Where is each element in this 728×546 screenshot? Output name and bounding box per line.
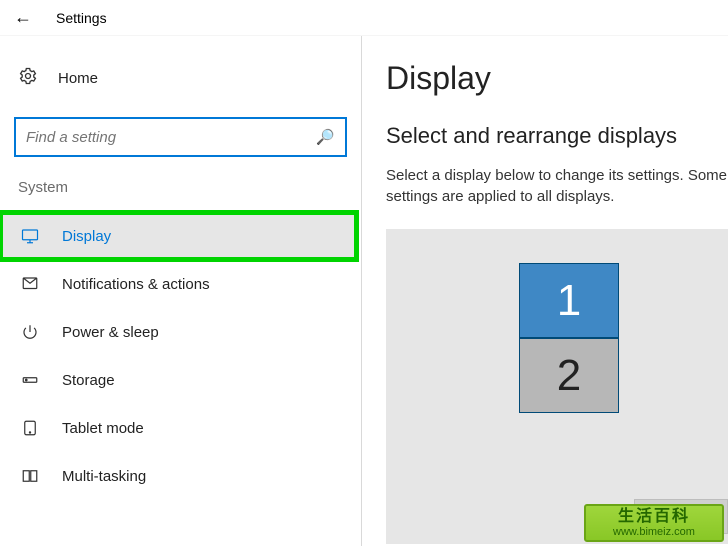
power-icon: [20, 322, 40, 342]
storage-icon: [20, 370, 40, 390]
main-content: Display Select and rearrange displays Se…: [362, 36, 728, 546]
search-container: 🔍: [14, 117, 347, 157]
search-box[interactable]: 🔍: [14, 117, 347, 157]
sidebar-home-label: Home: [58, 70, 98, 87]
search-input[interactable]: [26, 129, 304, 146]
sidebar-item-label: Notifications & actions: [62, 276, 210, 293]
sidebar-group-label: System: [0, 179, 361, 196]
sidebar-item-label: Tablet mode: [62, 420, 144, 437]
sidebar-item-label: Storage: [62, 372, 115, 389]
sidebar-item-label: Power & sleep: [62, 324, 159, 341]
page-title: Display: [386, 60, 728, 97]
sidebar: Home 🔍 System Display Notifications & ac…: [0, 36, 362, 546]
sidebar-item-label: Multi-tasking: [62, 468, 146, 485]
sidebar-item-notifications[interactable]: Notifications & actions: [0, 260, 361, 308]
monitor-tile-1[interactable]: 1: [519, 263, 619, 338]
sidebar-item-display[interactable]: Display: [0, 212, 357, 260]
multitasking-icon: [20, 466, 40, 486]
sidebar-item-tablet[interactable]: Tablet mode: [0, 404, 361, 452]
notifications-icon: [20, 274, 40, 294]
watermark-line2: www.bimeiz.com: [613, 526, 695, 538]
search-icon: 🔍: [316, 128, 335, 146]
monitor-tile-2[interactable]: 2: [519, 338, 619, 413]
back-button[interactable]: ←: [14, 7, 32, 28]
tablet-icon: [20, 418, 40, 438]
watermark-badge: 生活百科 www.bimeiz.com: [584, 504, 724, 542]
gear-icon: [18, 66, 38, 91]
section-heading-arrange: Select and rearrange displays: [386, 123, 728, 149]
sidebar-home[interactable]: Home: [0, 58, 361, 99]
sidebar-item-storage[interactable]: Storage: [0, 356, 361, 404]
sidebar-item-label: Display: [62, 228, 111, 245]
titlebar: ← Settings: [0, 0, 728, 36]
display-icon: [20, 226, 40, 246]
app-title: Settings: [56, 10, 107, 26]
section-description: Select a display below to change its set…: [386, 165, 728, 207]
sidebar-item-multitasking[interactable]: Multi-tasking: [0, 452, 361, 500]
sidebar-item-power[interactable]: Power & sleep: [0, 308, 361, 356]
display-arrangement-area: 1 2 Identify: [386, 229, 728, 544]
watermark-line1: 生活百科: [618, 508, 690, 526]
